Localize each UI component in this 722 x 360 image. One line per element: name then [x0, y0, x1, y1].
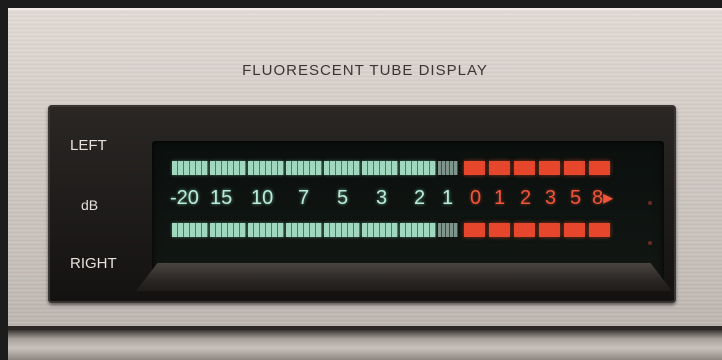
right-meter-peak-segment — [489, 223, 510, 237]
scale-mark: 5 — [337, 187, 349, 209]
brushed-metal-panel: FLUORESCENT TUBE DISPLAY LEFT dB RIGHT -… — [8, 8, 722, 330]
left-meter-segment — [210, 161, 246, 175]
left-meter-peak-segment — [464, 161, 485, 175]
left-channel-label: LEFT — [70, 137, 107, 154]
right-meter-peak-segment — [564, 223, 585, 237]
right-meter-segment — [400, 223, 436, 237]
right-meter-segment — [362, 223, 398, 237]
scale-mark: -20 — [170, 187, 199, 209]
left-meter-segment — [438, 161, 458, 175]
right-channel-label: RIGHT — [70, 255, 117, 272]
bezel-lip — [136, 263, 672, 291]
left-meter-segment — [172, 161, 208, 175]
scale-mark: 1 — [442, 187, 454, 209]
right-meter-segment — [286, 223, 322, 237]
left-meter-row — [172, 161, 614, 175]
indicator-dot — [648, 201, 652, 205]
right-meter-segment — [172, 223, 208, 237]
right-meter-segment — [248, 223, 284, 237]
panel-title: FLUORESCENT TUBE DISPLAY — [242, 62, 488, 79]
scale-mark: 15 — [210, 187, 233, 209]
scale-mark: 10 — [251, 187, 274, 209]
right-meter-peak-segment — [464, 223, 485, 237]
right-meter-segment — [324, 223, 360, 237]
scale-mark-red: 0 — [470, 187, 482, 209]
scale-mark-red: 3 — [545, 187, 557, 209]
right-meter-peak-segment — [539, 223, 560, 237]
left-meter-segment — [248, 161, 284, 175]
scale-mark-red: 8▸ — [592, 187, 614, 209]
right-meter-peak-segment — [589, 223, 610, 237]
scale-mark-red: 5 — [570, 187, 582, 209]
scale-mark: 2 — [414, 187, 426, 209]
scale-mark: 3 — [376, 187, 388, 209]
scale-mark-red: 2 — [520, 187, 532, 209]
right-meter-segment — [438, 223, 458, 237]
left-meter-segment — [362, 161, 398, 175]
left-meter-peak-segment — [589, 161, 610, 175]
lower-trim — [8, 330, 722, 360]
left-meter-segment — [324, 161, 360, 175]
left-meter-segment — [286, 161, 322, 175]
left-meter-peak-segment — [539, 161, 560, 175]
left-meter-peak-segment — [564, 161, 585, 175]
scale-mark: 7 — [298, 187, 310, 209]
right-meter-peak-segment — [514, 223, 535, 237]
left-meter-peak-segment — [514, 161, 535, 175]
scale-mark-red: 1 — [494, 187, 506, 209]
left-meter-peak-segment — [489, 161, 510, 175]
left-meter-segment — [400, 161, 436, 175]
db-label: dB — [81, 197, 99, 213]
display-bezel: LEFT dB RIGHT -20 15 10 7 5 3 2 1 0 1 2 … — [48, 105, 676, 303]
db-scale: -20 15 10 7 5 3 2 1 0 1 2 3 5 8▸ — [170, 185, 650, 211]
right-meter-row — [172, 223, 614, 237]
indicator-dot — [648, 241, 652, 245]
right-meter-segment — [210, 223, 246, 237]
